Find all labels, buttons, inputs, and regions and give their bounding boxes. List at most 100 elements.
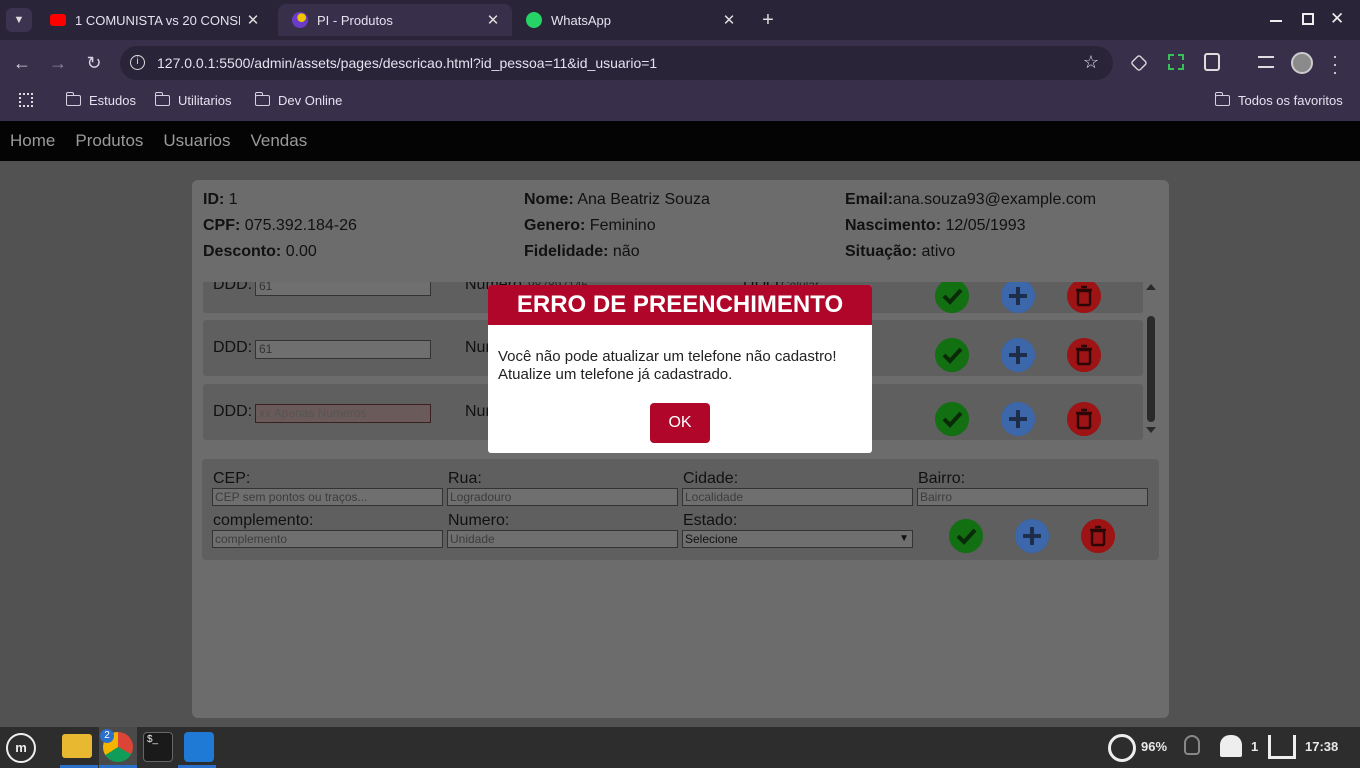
tab-youtube[interactable]: 1 COMUNISTA vs 20 CONSER ✕ [36, 4, 272, 36]
tab-whatsapp[interactable]: WhatsApp ✕ [512, 4, 748, 36]
nav-usuarios[interactable]: Usuarios [163, 131, 230, 151]
bairro-input[interactable]: Bairro [917, 488, 1148, 506]
terminal-icon[interactable]: $_ [143, 732, 173, 762]
close-tab-icon[interactable]: ✕ [244, 11, 262, 29]
modal-message: Você não pode atualizar um telefone não … [498, 348, 837, 384]
ddd-input[interactable]: 61 [255, 340, 431, 359]
extensions-puzzle-icon[interactable] [1204, 53, 1220, 71]
bairro-label: Bairro: [918, 470, 966, 487]
tab-title: 1 COMUNISTA vs 20 CONSER [75, 12, 240, 28]
all-bookmarks[interactable]: Todos os favoritos [1214, 90, 1343, 110]
scroll-up-arrow-icon[interactable] [1146, 284, 1156, 290]
url-text: 127.0.0.1:5500/admin/assets/pages/descri… [157, 55, 658, 71]
cidade-input[interactable]: Localidade [682, 488, 913, 506]
ddd-input[interactable]: xx Apenas Numeros [255, 404, 431, 423]
confirm-check-icon[interactable] [935, 338, 969, 372]
estado-select[interactable]: Selecione ▼ [682, 530, 913, 548]
taskbar: m 2 $_ 96% 1 17:38 [0, 727, 1360, 768]
complemento-input[interactable]: complemento [212, 530, 443, 548]
close-tab-icon[interactable]: ✕ [720, 11, 738, 29]
tab-pi-produtos[interactable]: PI - Produtos ✕ [278, 4, 512, 36]
folder-icon [154, 91, 170, 106]
bookmark-label: Todos os favoritos [1238, 92, 1343, 108]
delete-trash-icon[interactable] [1067, 402, 1101, 436]
add-plus-icon[interactable] [1015, 519, 1049, 553]
chevron-down-icon: ▼ [899, 533, 909, 544]
ddd-label: DDD: [213, 339, 253, 356]
cpf-field: CPF: 075.392.184-26 [203, 217, 357, 234]
screenshot-extension-icon[interactable] [1168, 54, 1184, 70]
address-bar[interactable]: i 127.0.0.1:5500/admin/assets/pages/desc… [120, 46, 1113, 80]
ddd-label: DDD: [213, 403, 253, 420]
error-modal: ERRO DE PREENCHIMENTO Você não pode atua… [488, 285, 872, 453]
delete-trash-icon[interactable] [1067, 338, 1101, 372]
youtube-icon [50, 14, 66, 26]
nav-vendas[interactable]: Vendas [251, 131, 308, 151]
scroll-thumb[interactable] [1147, 316, 1155, 422]
extension-icon-1[interactable] [1130, 54, 1148, 72]
fidelidade-field: Fidelidade: não [524, 243, 640, 260]
add-plus-icon[interactable] [1001, 402, 1035, 436]
address-form: CEP: CEP sem pontos ou traços... Rua: Lo… [202, 459, 1159, 560]
scroll-down-arrow-icon[interactable] [1146, 427, 1156, 433]
nav-home[interactable]: Home [10, 131, 55, 151]
delete-trash-icon[interactable] [1067, 282, 1101, 313]
delete-trash-icon[interactable] [1081, 519, 1115, 553]
close-window-icon[interactable]: ✕ [1330, 9, 1344, 29]
clock[interactable]: 17:38 [1305, 739, 1338, 754]
add-plus-icon[interactable] [1001, 338, 1035, 372]
close-tab-icon[interactable]: ✕ [484, 11, 502, 29]
cep-input[interactable]: CEP sem pontos ou traços... [212, 488, 443, 506]
tab-title: WhatsApp [551, 12, 611, 28]
site-info-icon[interactable]: i [130, 55, 145, 70]
rua-input[interactable]: Logradouro [447, 488, 678, 506]
cidade-label: Cidade: [683, 470, 739, 487]
email-field: Email:ana.souza93@example.com [845, 191, 1097, 208]
lightbulb-icon[interactable] [1184, 735, 1200, 755]
nav-produtos[interactable]: Produtos [75, 131, 143, 151]
folder-icon [65, 91, 81, 106]
confirm-check-icon[interactable] [935, 402, 969, 436]
bookmark-estudos[interactable]: Estudos [65, 90, 136, 110]
bookmark-label: Dev Online [278, 92, 343, 108]
tab-title: PI - Produtos [317, 12, 393, 28]
new-tab-button[interactable]: + [758, 8, 778, 32]
back-icon[interactable]: ← [10, 52, 34, 74]
browser-menu-icon[interactable]: · · · [1332, 47, 1338, 81]
vscode-icon[interactable] [184, 732, 214, 762]
folder-icon [254, 91, 270, 106]
ok-button[interactable]: OK [650, 403, 710, 443]
start-menu-icon[interactable]: m [6, 733, 36, 763]
network-icon[interactable] [1268, 735, 1296, 759]
whatsapp-icon [526, 12, 542, 28]
cep-label: CEP: [213, 470, 251, 487]
ddd-input[interactable]: 61 [255, 282, 431, 296]
maximize-window-icon[interactable] [1302, 13, 1314, 25]
modal-title: ERRO DE PREENCHIMENTO [488, 285, 872, 325]
battery-percent: 96% [1141, 739, 1168, 754]
forward-icon[interactable]: → [46, 52, 70, 74]
confirm-check-icon[interactable] [935, 282, 969, 313]
add-plus-icon[interactable] [1001, 282, 1035, 313]
apps-grid-icon[interactable] [19, 93, 33, 107]
modal-message-line: Atualize um telefone já cadastrado. [498, 366, 733, 383]
battery-ring-icon[interactable] [1108, 734, 1136, 762]
estado-selected-value: Selecione [685, 532, 738, 546]
reload-icon[interactable]: ↻ [82, 52, 106, 74]
files-folder-icon[interactable] [62, 734, 92, 758]
bookmark-label: Utilitarios [178, 92, 232, 108]
bookmark-utilitarios[interactable]: Utilitarios [154, 90, 232, 110]
profile-avatar[interactable] [1291, 52, 1313, 74]
phone-list-scrollbar[interactable] [1146, 282, 1156, 440]
nascimento-field: Nascimento: 12/05/1993 [845, 217, 1026, 234]
numero-input[interactable]: Unidade [447, 530, 678, 548]
site-nav: Home Produtos Usuarios Vendas [0, 121, 1360, 161]
media-queue-icon[interactable] [1258, 56, 1274, 68]
confirm-check-icon[interactable] [949, 519, 983, 553]
tab-list-button[interactable]: ▼ [6, 8, 32, 32]
bookmark-dev-online[interactable]: Dev Online [254, 90, 343, 110]
minimize-window-icon[interactable] [1270, 20, 1282, 22]
bookmark-label: Estudos [89, 92, 136, 108]
notification-bell-icon[interactable] [1220, 735, 1242, 757]
bookmark-star-icon[interactable]: ☆ [1083, 52, 1099, 73]
